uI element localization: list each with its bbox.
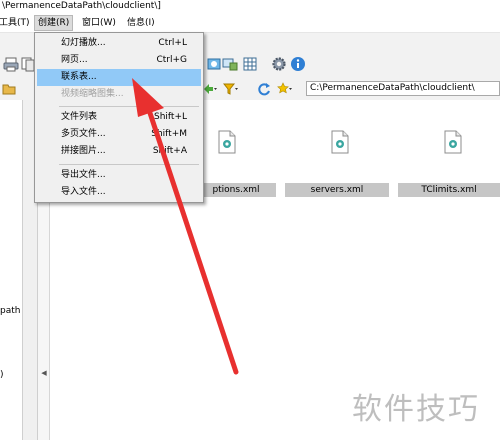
folder-icon[interactable]	[0, 80, 17, 97]
file-label-servers[interactable]: servers.xml	[285, 183, 389, 197]
menu-tools[interactable]: 工具(T)	[0, 16, 33, 30]
create-menu-dropdown: 幻灯播放... Ctrl+L 网页... Ctrl+G 联系表... 视频缩略图…	[34, 32, 204, 203]
menu-item-stitch-images[interactable]: 拼接图片... Shift+A	[37, 143, 201, 160]
tree-item-fragment[interactable]: path	[0, 306, 20, 316]
watermark-text: 软件技巧	[352, 392, 480, 427]
menu-item-webpage[interactable]: 网页... Ctrl+G	[37, 52, 201, 69]
menu-create[interactable]: 创建(R)	[33, 15, 74, 31]
address-path: C:\PermanenceDataPath\cloudclient\	[310, 83, 475, 93]
tree-item-fragment[interactable]: )	[0, 370, 4, 380]
menu-item-video-thumbnails[interactable]: 视频缩略图集...	[37, 86, 201, 103]
folder-tree-pane[interactable]: path )	[0, 100, 23, 440]
xml-file-icon[interactable]	[444, 130, 462, 154]
favorites-star-icon[interactable]	[276, 80, 293, 97]
menu-item-file-list[interactable]: 文件列表 Shift+L	[37, 109, 201, 126]
edit-tool-icon[interactable]	[205, 55, 222, 72]
menu-separator	[59, 106, 199, 107]
menu-bar: 工具(T) 创建(R) 窗口(W) 信息(I)	[0, 13, 500, 33]
menu-item-export-files[interactable]: 导出文件...	[37, 167, 201, 184]
gear-icon[interactable]	[270, 55, 287, 72]
window-title: \PermanenceDataPath\cloudclient\]	[2, 1, 161, 11]
filter-icon[interactable]	[222, 80, 239, 97]
menu-window[interactable]: 窗口(W)	[79, 16, 119, 30]
file-label-tclimits[interactable]: TClimits.xml	[398, 183, 500, 197]
menu-info[interactable]: 信息(I)	[124, 16, 158, 30]
menu-item-slideshow[interactable]: 幻灯播放... Ctrl+L	[37, 35, 201, 52]
info-icon[interactable]	[289, 55, 306, 72]
grid-icon[interactable]	[241, 55, 258, 72]
refresh-icon[interactable]	[255, 80, 272, 97]
xml-file-icon[interactable]	[331, 130, 349, 154]
menu-item-import-files[interactable]: 导入文件...	[37, 184, 201, 201]
display-icon[interactable]	[221, 55, 238, 72]
menu-item-multipage-file[interactable]: 多页文件... Shift+M	[37, 126, 201, 143]
print-icon[interactable]	[2, 55, 19, 72]
menu-item-contact-sheet[interactable]: 联系表...	[37, 69, 201, 86]
xml-file-icon[interactable]	[218, 130, 236, 154]
menu-separator	[59, 164, 199, 165]
collapse-arrow-icon[interactable]: ◀	[40, 368, 48, 378]
file-label-options[interactable]: ptions.xml	[196, 183, 276, 197]
address-bar[interactable]: C:\PermanenceDataPath\cloudclient\	[306, 81, 500, 96]
title-bar: \PermanenceDataPath\cloudclient\]	[0, 0, 500, 13]
